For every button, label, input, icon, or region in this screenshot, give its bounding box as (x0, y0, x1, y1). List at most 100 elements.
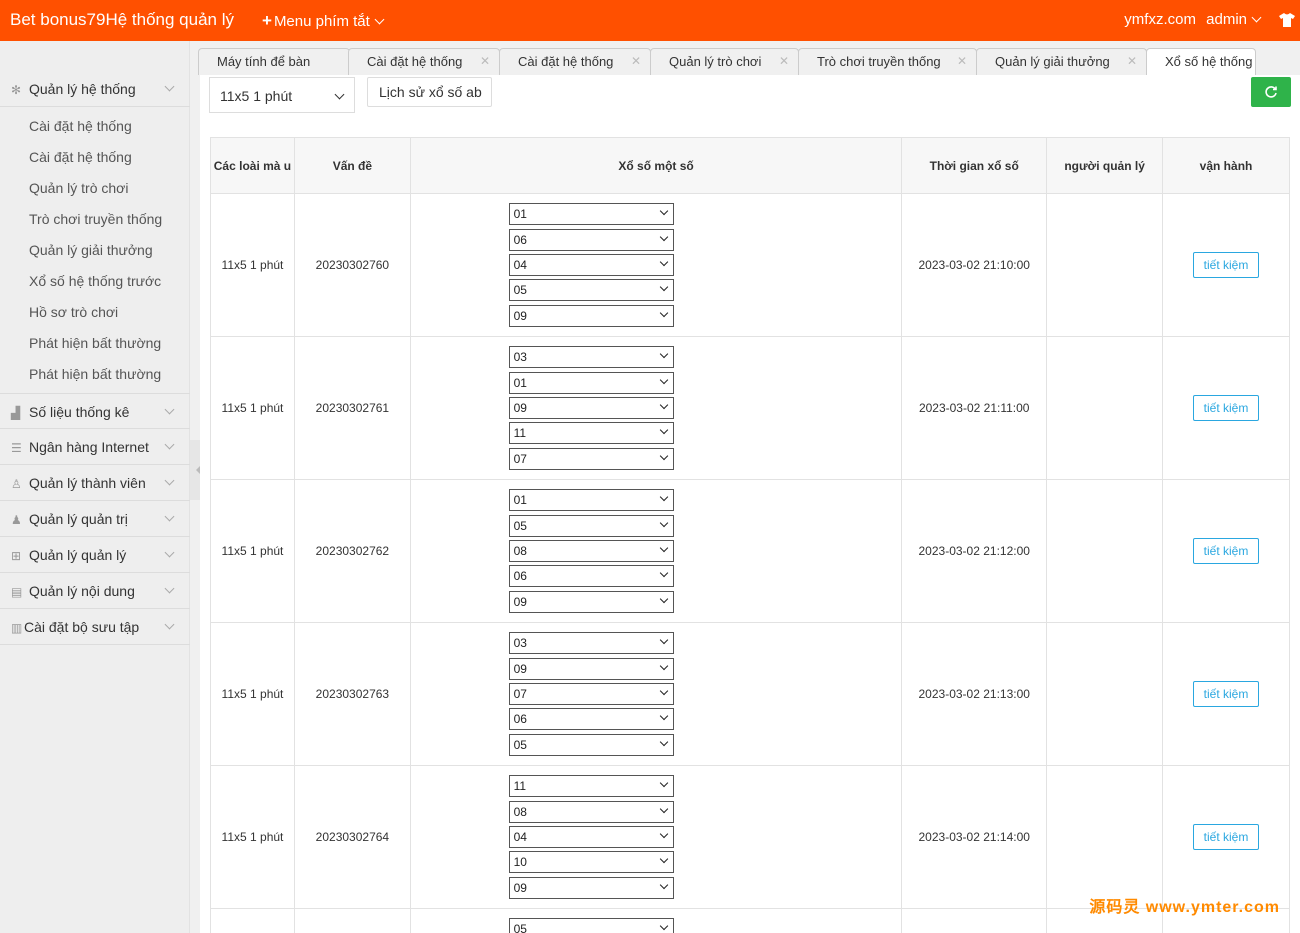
gear-icon: ✻ (11, 83, 22, 97)
save-button[interactable]: tiết kiệm (1193, 538, 1260, 564)
table-row: 11x5 1 phút 20230302764 11 08 04 10 09 2023-03-… (210, 765, 1290, 909)
chevron-down-icon (659, 283, 668, 292)
number-select-value: 01 (513, 493, 527, 508)
number-select[interactable]: 11 (508, 422, 674, 445)
number-select[interactable]: 01 (508, 371, 674, 394)
cell-time: 2023-03-02 21:13:00 (901, 622, 1048, 766)
cell-admin (1046, 622, 1164, 766)
sidebar-group-internet-bank[interactable]: ☰ Ngân hàng Internet (0, 429, 190, 465)
chevron-down-icon (659, 518, 668, 527)
save-button[interactable]: tiết kiệm (1193, 681, 1260, 707)
tab-traditional-games[interactable]: Trò chơi truyền thống ✕ (798, 48, 977, 75)
sidebar-group-label: Cài đặt bộ sưu tập (24, 619, 140, 635)
sidebar-item-game-records[interactable]: Hồ sơ trò chơi (29, 304, 118, 320)
sidebar-item-previous-lottery[interactable]: Xổ số hệ thống trước (29, 273, 161, 289)
sidebar-group-members[interactable]: ♙ Quản lý thành viên (0, 465, 190, 501)
cell-type (210, 907, 295, 933)
number-select[interactable]: 08 (508, 540, 674, 562)
cell-operation: tiết kiệm (1162, 479, 1290, 623)
number-select[interactable]: 05 (508, 918, 674, 933)
number-select[interactable]: 09 (508, 397, 674, 419)
tab-game-management[interactable]: Quản lý trò chơi ✕ (650, 48, 799, 75)
sidebar-group-management[interactable]: ⊞ Quản lý quản lý (0, 537, 190, 573)
number-select-value: 11 (513, 779, 527, 794)
theme-shirt-icon[interactable] (1279, 13, 1295, 27)
number-select[interactable]: 09 (508, 657, 674, 680)
save-button[interactable]: tiết kiệm (1193, 395, 1260, 421)
number-select[interactable]: 03 (508, 632, 674, 655)
chevron-down-icon (164, 583, 175, 594)
close-icon[interactable]: ✕ (480, 54, 490, 68)
sidebar-item-prize-management[interactable]: Quản lý giải thưởng (29, 242, 153, 258)
number-select[interactable]: 01 (508, 489, 674, 512)
chevron-down-icon (659, 308, 668, 317)
save-button[interactable]: tiết kiệm (1193, 824, 1260, 850)
tab-desktop[interactable]: Máy tính để bàn (198, 48, 350, 75)
sidebar-group-admins[interactable]: ♟ Quản lý quản trị (0, 501, 190, 537)
sidebar-group-statistics[interactable]: ▟ Số liệu thống kê (0, 393, 190, 429)
tab-prize-management[interactable]: Quản lý giải thưởng ✕ (976, 48, 1147, 75)
tab-system-settings-2[interactable]: Cài đặt hệ thống ✕ (499, 48, 651, 75)
tab-label: Cài đặt hệ thống (367, 54, 463, 69)
refresh-button[interactable] (1251, 77, 1291, 107)
number-select[interactable]: 08 (508, 800, 674, 823)
number-select[interactable]: 06 (508, 565, 674, 588)
tab-lottery-system[interactable]: Xổ số hệ thống (1146, 48, 1256, 76)
number-select[interactable]: 04 (508, 254, 674, 276)
number-select[interactable]: 04 (508, 826, 674, 848)
chevron-down-icon (659, 493, 668, 502)
chevron-down-icon (659, 543, 668, 553)
number-select[interactable]: 05 (508, 514, 674, 537)
sidebar-item-system-settings[interactable]: Cài đặt hệ thống (29, 118, 132, 134)
number-select[interactable]: 10 (508, 851, 674, 874)
number-select-value: 05 (513, 283, 527, 298)
number-select[interactable]: 06 (508, 708, 674, 731)
close-icon[interactable]: ✕ (631, 54, 641, 68)
number-select[interactable]: 03 (508, 346, 674, 369)
close-icon[interactable]: ✕ (1127, 54, 1137, 68)
sidebar-item-game-management[interactable]: Quản lý trò chơi (29, 180, 128, 196)
cell-operation: tiết kiệm (1162, 622, 1290, 766)
sidebar-group-label: Quản lý nội dung (29, 583, 135, 599)
document-icon: ▤ (11, 585, 23, 599)
sidebar-item-traditional-games[interactable]: Trò chơi truyền thống (29, 211, 162, 227)
chart-icon: ▟ (11, 406, 21, 420)
lottery-history-button[interactable]: Lịch sử xổ số ab (367, 77, 492, 107)
sidebar-item-anomaly-detection[interactable]: Phát hiện bất thường (29, 335, 161, 351)
number-select[interactable]: 05 (508, 279, 674, 302)
sidebar-group-label: Ngân hàng Internet (29, 439, 149, 455)
brand-title[interactable]: Bet bonus79Hệ thống quản lý (10, 10, 234, 30)
sidebar-group-system[interactable]: ✻ Quản lý hệ thống (0, 71, 190, 107)
number-select[interactable]: 01 (508, 203, 674, 226)
number-select-value: 09 (513, 880, 527, 895)
save-button[interactable]: tiết kiệm (1193, 252, 1260, 278)
cell-issue: 20230302762 (293, 479, 411, 623)
number-select[interactable]: 11 (508, 775, 674, 798)
sidebar-item-system-settings-2[interactable]: Cài đặt hệ thống (29, 149, 132, 165)
number-select[interactable]: 06 (508, 228, 674, 251)
cell-operation: tiết kiệm (1162, 765, 1290, 909)
cell-time: 2023-03-02 21:11:00 (901, 336, 1048, 480)
close-icon[interactable]: ✕ (779, 54, 789, 68)
user-area[interactable]: ymfxz.com admin (1118, 11, 1262, 28)
number-select-value: 04 (513, 830, 527, 844)
number-select[interactable]: 09 (508, 590, 674, 613)
chevron-down-icon (659, 921, 668, 931)
number-select[interactable]: 05 (508, 733, 674, 756)
chevron-down-icon (164, 404, 175, 415)
cell-time: 2023-03-02 21:10:00 (901, 193, 1048, 337)
number-select[interactable]: 07 (508, 447, 674, 470)
chevron-down-icon (659, 257, 668, 267)
number-select[interactable]: 07 (508, 683, 674, 705)
shortcut-menu[interactable]: + Menu phím tắt (262, 11, 385, 31)
game-type-select[interactable]: 11x5 1 phút (209, 77, 355, 113)
sidebar-item-anomaly-detection-2[interactable]: Phát hiện bất thường (29, 366, 161, 382)
cell-numbers: 01 05 08 06 09 (409, 479, 903, 623)
tab-system-settings[interactable]: Cài đặt hệ thống ✕ (348, 48, 500, 75)
sidebar-group-content[interactable]: ▤ Quản lý nội dung (0, 573, 190, 609)
sidebar: ✻ Quản lý hệ thống Cài đặt hệ thống Cài … (0, 41, 190, 933)
close-icon[interactable]: ✕ (957, 54, 967, 68)
number-select[interactable]: 09 (508, 304, 674, 327)
sidebar-group-collection[interactable]: ▥ Cài đặt bộ sưu tập (0, 609, 190, 645)
number-select[interactable]: 09 (508, 876, 674, 899)
